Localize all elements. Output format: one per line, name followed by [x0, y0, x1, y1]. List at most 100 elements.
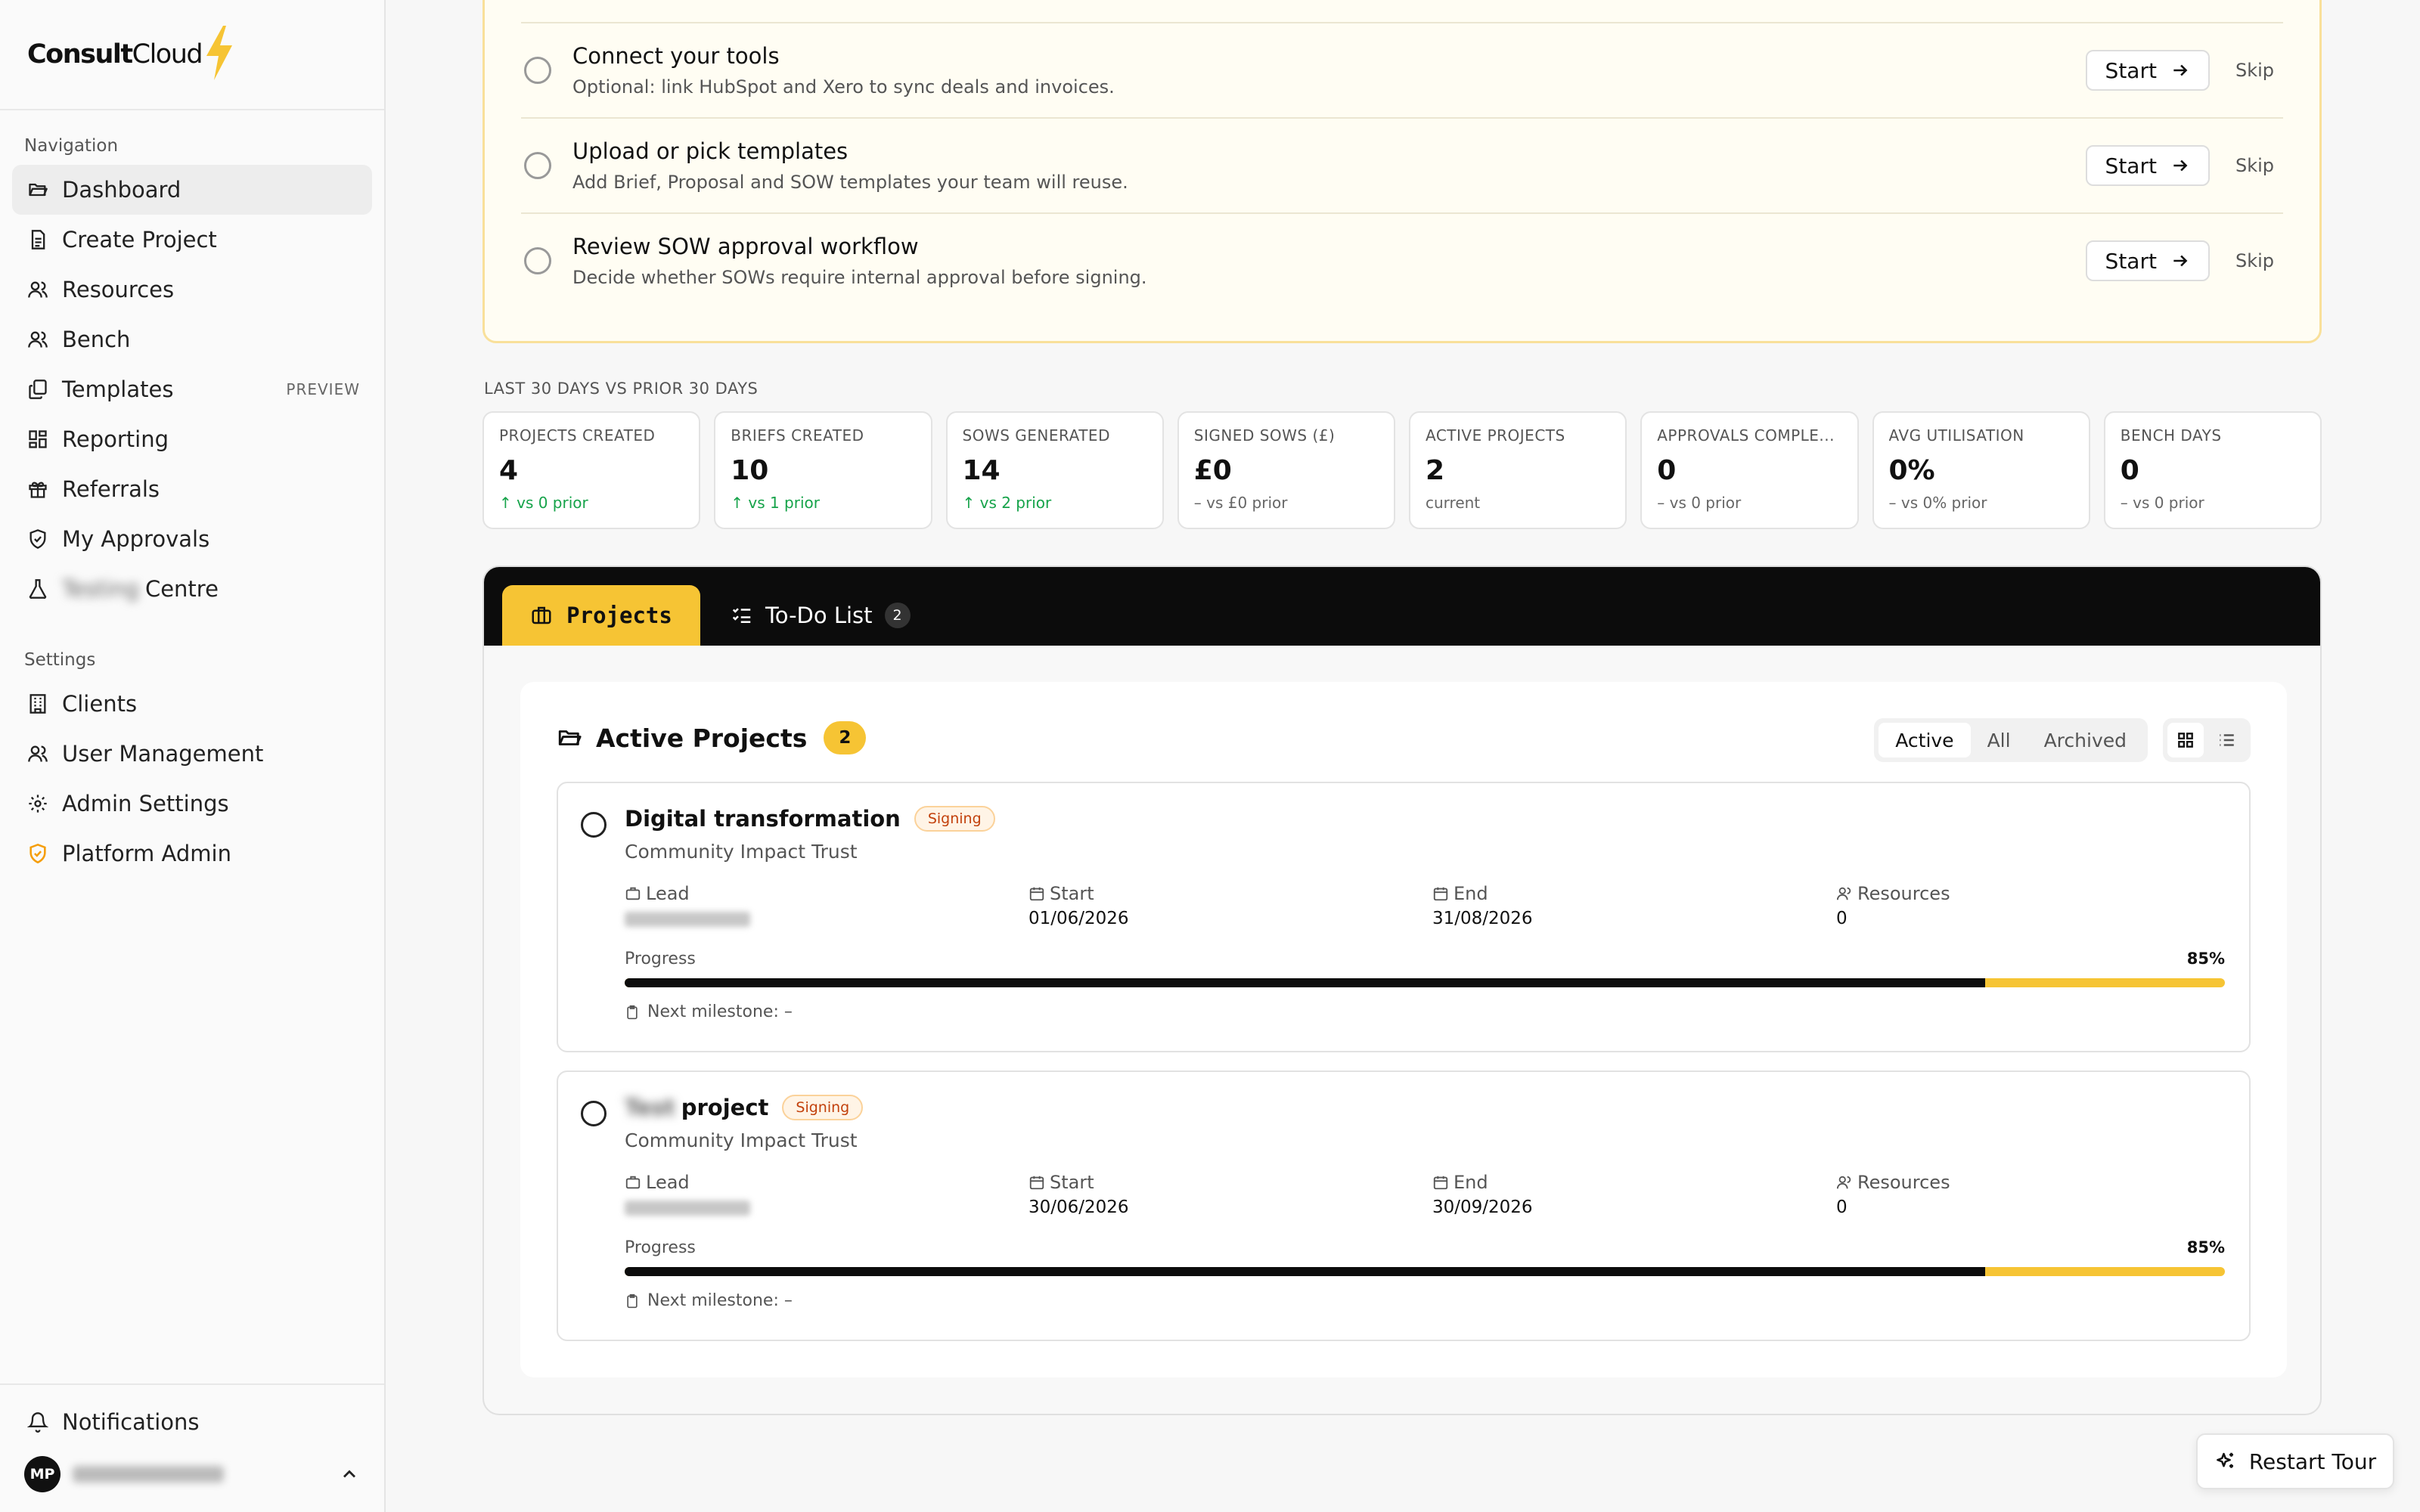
stat-delta: – vs £0 prior [1193, 494, 1288, 512]
copy-icon [24, 376, 51, 403]
folder-open-icon [24, 176, 51, 203]
nav-item-resources[interactable]: Resources [12, 265, 372, 314]
nav-item-referrals[interactable]: Referrals [12, 464, 372, 514]
calendar-icon [1433, 1176, 1448, 1190]
list-view-button[interactable] [2208, 723, 2245, 758]
project-checkbox[interactable] [581, 812, 607, 838]
status-badge: Signing [782, 1095, 864, 1120]
project-name: Digital transformation Signing [625, 806, 995, 832]
skip-button[interactable]: Skip [2235, 155, 2274, 176]
project-lead: Lead [625, 883, 1018, 927]
nav-item-dashboard[interactable]: Dashboard [12, 165, 372, 215]
project-client: Community Impact Trust [625, 841, 858, 863]
grid-icon [24, 426, 51, 453]
nav-item-platform-admin[interactable]: Platform Admin [12, 829, 372, 878]
progress-label: Progress [625, 950, 696, 968]
filter-active[interactable]: Active [1879, 723, 1971, 758]
nav-item-user-management[interactable]: User Management [12, 729, 372, 779]
restart-tour-label: Restart Tour [2248, 1448, 2377, 1474]
checkbox[interactable] [524, 57, 551, 84]
logo[interactable]: ConsultCloud [0, 0, 384, 110]
nav-label: Bench [62, 327, 131, 352]
progress-percent: 85% [2186, 950, 2225, 968]
stat-label: SOWS GENERATED [962, 426, 1110, 445]
checklist-item: Connect your tools Optional: link HubSpo… [521, 22, 2283, 117]
project-client: Community Impact Trust [625, 1129, 858, 1151]
stat-label: AVG UTILISATION [1888, 426, 2024, 445]
project-card[interactable]: Test project Signing Community Impact Tr… [557, 1070, 2251, 1341]
project-filter: Active All Archived [1874, 718, 2148, 762]
nav-item-bench[interactable]: Bench [12, 314, 372, 364]
lead-name-redacted [625, 1201, 750, 1216]
next-milestone: Next milestone: – [625, 1291, 793, 1310]
stat-delta: – vs 0 prior [2120, 494, 2204, 512]
grid-view-button[interactable] [2167, 723, 2204, 758]
stat-card: APPROVALS COMPLE... 0 – vs 0 prior [1640, 411, 1859, 529]
nav-item-templates[interactable]: Templates PREVIEW [12, 364, 372, 414]
filter-archived[interactable]: Archived [2028, 723, 2143, 758]
file-text-icon [24, 226, 51, 253]
grid-icon [2178, 733, 2193, 748]
briefcase-icon [532, 606, 551, 624]
stat-card: SIGNED SOWS (£) £0 – vs £0 prior [1177, 411, 1395, 529]
building-icon [24, 690, 51, 717]
stat-card: SOWS GENERATED 14 ↑ vs 2 prior [945, 411, 1164, 529]
nav-item-my-approvals[interactable]: My Approvals [12, 514, 372, 564]
logo-text: ConsultCloud [27, 39, 203, 70]
progress-fill [625, 978, 1985, 987]
project-checkbox[interactable] [581, 1101, 607, 1126]
nav-label: User Management [62, 741, 264, 767]
checkbox[interactable] [524, 152, 551, 179]
nav-label: Notifications [62, 1409, 200, 1435]
skip-button[interactable]: Skip [2235, 250, 2274, 271]
start-button[interactable]: Start [2085, 50, 2210, 91]
checkbox[interactable] [524, 247, 551, 274]
nav-label: Dashboard [62, 177, 182, 203]
project-start: Start 01/06/2026 [1028, 883, 1129, 928]
stat-label: SIGNED SOWS (£) [1193, 426, 1336, 445]
checklist-item-title: Review SOW approval workflow [572, 234, 919, 259]
restart-tour-button[interactable]: Restart Tour [2196, 1433, 2394, 1489]
briefcase-icon [625, 1176, 641, 1189]
nav-item-notifications[interactable]: Notifications [12, 1397, 372, 1447]
progress-bar [625, 978, 2225, 987]
project-lead: Lead [625, 1172, 1018, 1216]
sidebar: ConsultCloud Navigation Dashboard Create… [0, 0, 386, 1512]
gift-icon [24, 476, 51, 503]
stat-value: 14 [962, 455, 1001, 486]
stat-delta: ↑ vs 1 prior [731, 494, 820, 512]
nav-item-reporting[interactable]: Reporting [12, 414, 372, 464]
progress-bar [625, 1267, 2225, 1276]
nav-item-clients[interactable]: Clients [12, 679, 372, 729]
users-icon [24, 276, 51, 303]
stat-label: APPROVALS COMPLE... [1657, 426, 1835, 445]
tab-projects[interactable]: Projects [502, 585, 700, 646]
project-card[interactable]: Digital transformation Signing Community… [557, 782, 2251, 1052]
project-resources: Resources 0 [1836, 883, 1950, 928]
nav-label: Centre [144, 576, 219, 602]
start-button[interactable]: Start [2085, 240, 2210, 281]
checklist-item-desc: Optional: link HubSpot and Xero to sync … [572, 76, 1115, 98]
stats-caption: LAST 30 DAYS VS PRIOR 30 DAYS [484, 380, 759, 398]
folder-open-icon [558, 730, 582, 745]
stat-value: 0 [1657, 455, 1677, 486]
skip-button[interactable]: Skip [2235, 60, 2274, 81]
stat-delta: ↑ vs 2 prior [962, 494, 1052, 512]
stat-value: 0% [1888, 455, 1935, 486]
user-menu[interactable]: MP [0, 1447, 384, 1501]
tab-todo-list[interactable]: To-Do List 2 [731, 585, 911, 646]
stat-card: ACTIVE PROJECTS 2 current [1409, 411, 1627, 529]
projects-panel: Projects To-Do List 2 Active Projects 2 … [482, 565, 2322, 1415]
progress-label: Progress [625, 1238, 696, 1257]
card-title: Active Projects [596, 723, 808, 753]
redacted-text: Test [625, 1095, 675, 1120]
nav-item-admin-settings[interactable]: Admin Settings [12, 779, 372, 829]
tab-label: To-Do List [765, 603, 873, 628]
stat-delta: current [1426, 494, 1481, 512]
nav-item-centre[interactable]: Testing Centre [12, 564, 372, 614]
start-button[interactable]: Start [2085, 145, 2210, 186]
arrow-right-icon [2173, 160, 2188, 172]
filter-all[interactable]: All [1971, 723, 2028, 758]
gear-icon [24, 790, 51, 817]
nav-item-create-project[interactable]: Create Project [12, 215, 372, 265]
